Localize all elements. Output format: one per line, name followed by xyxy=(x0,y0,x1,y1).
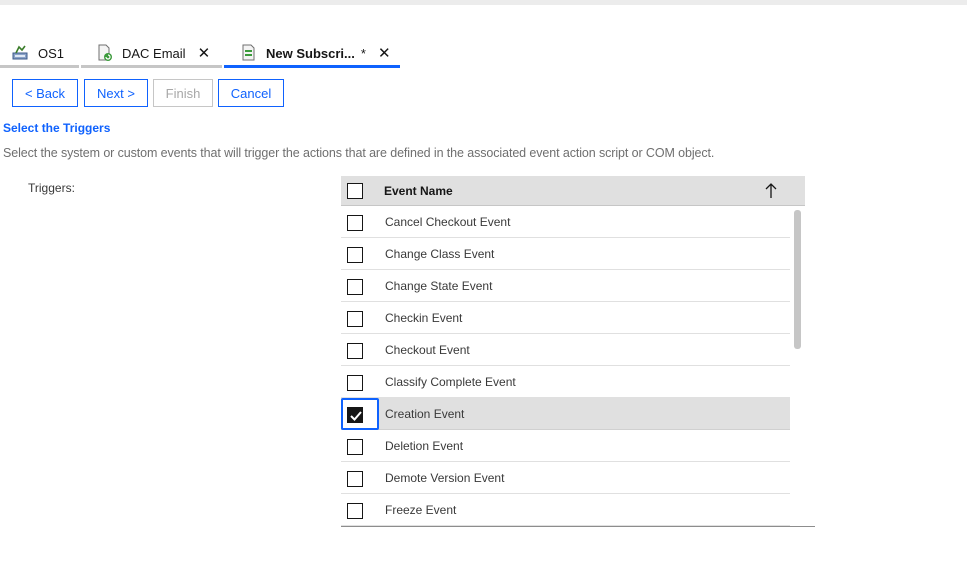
scrollbar-thumb[interactable] xyxy=(794,210,801,349)
cancel-button[interactable]: Cancel xyxy=(218,79,284,107)
unsaved-indicator: * xyxy=(360,45,366,61)
row-checkbox-cell xyxy=(341,238,379,270)
triggers-label: Triggers: xyxy=(28,181,75,195)
event-name-cell: Demote Version Event xyxy=(385,471,505,485)
event-name-cell: Change Class Event xyxy=(385,247,495,261)
section-title: Select the Triggers xyxy=(3,121,111,135)
event-name-cell: Creation Event xyxy=(385,407,465,421)
row-checkbox-cell xyxy=(341,398,379,430)
table-header: Event Name xyxy=(341,176,805,206)
table-row[interactable]: Checkout Event xyxy=(341,334,790,366)
row-checkbox[interactable] xyxy=(347,375,363,391)
close-icon[interactable]: ✕ xyxy=(198,46,211,61)
row-checkbox-cell xyxy=(341,366,379,398)
row-checkbox-cell xyxy=(341,462,379,494)
tab-bar: OS1 DAC Email ✕ New Subscri... * ✕ xyxy=(0,38,967,68)
row-checkbox-cell xyxy=(341,270,379,302)
event-name-cell: Checkout Event xyxy=(385,343,470,357)
finish-button[interactable]: Finish xyxy=(153,79,213,107)
event-name-cell: Classify Complete Event xyxy=(385,375,516,389)
select-all-checkbox[interactable] xyxy=(347,183,363,199)
row-checkbox[interactable] xyxy=(347,215,363,231)
tab-dac-email[interactable]: DAC Email ✕ xyxy=(81,38,222,68)
row-checkbox-checked[interactable] xyxy=(347,407,363,423)
tab-label: DAC Email xyxy=(122,45,186,61)
event-name-cell: Checkin Event xyxy=(385,311,463,325)
back-button[interactable]: < Back xyxy=(12,79,78,107)
tab-os1[interactable]: OS1 xyxy=(0,38,79,68)
table-bottom-border xyxy=(341,526,815,527)
tab-new-subscription[interactable]: New Subscri... * ✕ xyxy=(224,38,400,68)
table-row[interactable]: Freeze Event xyxy=(341,494,790,526)
close-icon[interactable]: ✕ xyxy=(378,46,391,61)
table-row[interactable]: Creation Event xyxy=(341,398,790,430)
row-checkbox[interactable] xyxy=(347,279,363,295)
email-document-icon xyxy=(96,44,114,62)
window-top-bar xyxy=(0,0,967,5)
object-store-icon xyxy=(12,44,30,62)
sort-ascending-icon[interactable] xyxy=(764,182,778,200)
row-checkbox[interactable] xyxy=(347,439,363,455)
event-name-cell: Deletion Event xyxy=(385,439,464,453)
tab-label: New Subscri... xyxy=(266,45,355,61)
column-header-event-name[interactable]: Event Name xyxy=(384,184,453,198)
table-row[interactable]: Cancel Checkout Event xyxy=(341,206,790,238)
row-checkbox[interactable] xyxy=(347,503,363,519)
row-checkbox-cell xyxy=(341,430,379,462)
triggers-table: Event Name Cancel Checkout Event Change C… xyxy=(341,176,805,527)
table-row[interactable]: Classify Complete Event xyxy=(341,366,790,398)
row-checkbox-cell xyxy=(341,334,379,366)
row-checkbox-cell xyxy=(341,206,379,238)
row-checkbox-cell xyxy=(341,302,379,334)
row-checkbox[interactable] xyxy=(347,247,363,263)
event-name-cell: Freeze Event xyxy=(385,503,457,517)
row-checkbox-cell xyxy=(341,494,379,526)
event-name-cell: Cancel Checkout Event xyxy=(385,215,511,229)
row-checkbox[interactable] xyxy=(347,343,363,359)
checkmark-icon xyxy=(350,411,362,421)
table-row[interactable]: Demote Version Event xyxy=(341,462,790,494)
table-body: Cancel Checkout Event Change Class Event C… xyxy=(341,206,790,526)
table-row[interactable]: Checkin Event xyxy=(341,302,790,334)
table-row[interactable]: Deletion Event xyxy=(341,430,790,462)
table-row[interactable]: Change Class Event xyxy=(341,238,790,270)
event-name-cell: Change State Event xyxy=(385,279,493,293)
table-row[interactable]: Change State Event xyxy=(341,270,790,302)
subscription-icon xyxy=(240,44,258,62)
tab-label: OS1 xyxy=(38,45,65,61)
row-checkbox[interactable] xyxy=(347,311,363,327)
next-button[interactable]: Next > xyxy=(84,79,148,107)
row-checkbox[interactable] xyxy=(347,471,363,487)
section-description: Select the system or custom events that … xyxy=(3,146,715,160)
